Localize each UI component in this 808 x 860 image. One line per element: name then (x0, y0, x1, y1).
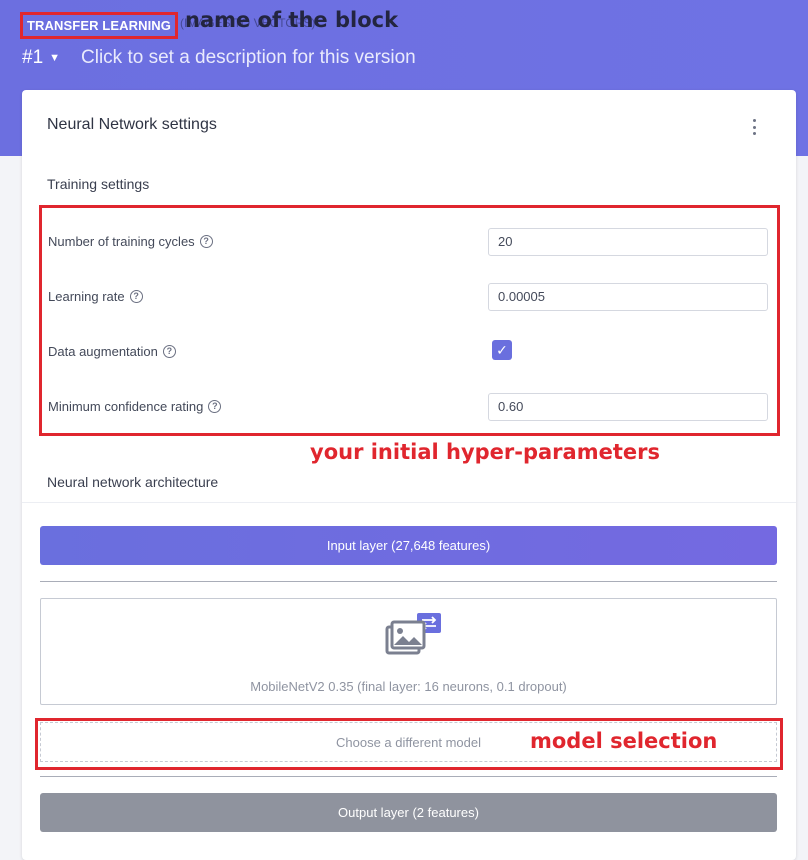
training-settings-title: Training settings (47, 176, 150, 192)
help-icon[interactable]: ? (208, 400, 222, 413)
data-augmentation-checkbox[interactable]: ✓ (492, 340, 512, 360)
data-augmentation-text: Data augmentation (48, 344, 158, 359)
model-caption: MobileNetV2 0.35 (final layer: 16 neuron… (250, 679, 567, 694)
learning-rate-text: Learning rate (48, 289, 125, 304)
training-cycles-input[interactable]: 20 (488, 228, 768, 256)
min-confidence-text: Minimum confidence rating (48, 399, 204, 414)
section-divider (22, 502, 796, 503)
learning-rate-input[interactable]: 0.00005 (488, 283, 768, 311)
version-number: #1 (22, 47, 44, 68)
caret-down-icon: ▼ (49, 52, 61, 64)
layer-separator (40, 776, 777, 777)
card-title: Neural Network settings (47, 116, 217, 133)
layer-separator (40, 581, 777, 582)
min-confidence-label: Minimum confidence rating ? (48, 399, 222, 414)
more-options-icon[interactable] (749, 119, 759, 135)
help-icon[interactable]: ? (199, 235, 213, 248)
block-name-label: TRANSFER LEARNING (20, 12, 178, 39)
architecture-title: Neural network architecture (47, 474, 219, 490)
learning-rate-label: Learning rate ? (48, 289, 143, 304)
training-cycles-label: Number of training cycles ? (48, 234, 213, 249)
annotation-block-name: name of the block (185, 8, 399, 32)
help-icon[interactable]: ? (129, 290, 143, 303)
data-augmentation-label: Data augmentation ? (48, 344, 176, 359)
annotation-hyperparameters: your initial hyper-parameters (310, 440, 660, 464)
training-cycles-text: Number of training cycles (48, 234, 195, 249)
min-confidence-input[interactable]: 0.60 (488, 393, 768, 421)
version-description[interactable]: Click to set a description for this vers… (81, 47, 416, 69)
annotation-model-selection: model selection (530, 729, 718, 753)
transfer-images-icon (385, 613, 441, 655)
model-block[interactable]: MobileNetV2 0.35 (final layer: 16 neuron… (40, 598, 777, 705)
version-selector[interactable]: #1 ▼ (22, 47, 60, 69)
input-layer-block: Input layer (27,648 features) (40, 526, 777, 565)
help-icon[interactable]: ? (162, 345, 176, 358)
output-layer-block: Output layer (2 features) (40, 793, 777, 832)
